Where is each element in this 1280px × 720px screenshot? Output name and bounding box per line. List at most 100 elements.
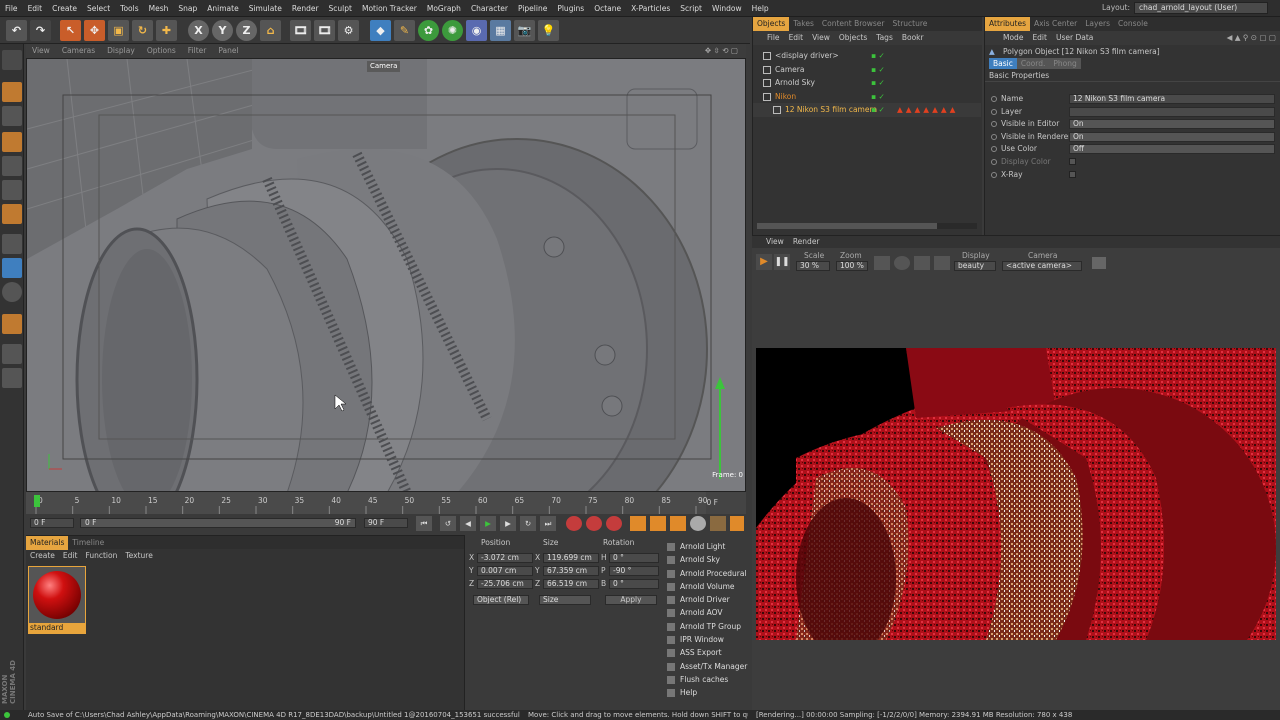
- tab-objects[interactable]: Objects: [753, 17, 790, 31]
- menu-script[interactable]: Script: [675, 0, 707, 17]
- position-y-field[interactable]: 0.007 cm: [477, 566, 533, 576]
- viewport-menu-filter[interactable]: Filter: [182, 44, 213, 58]
- animation-dot-icon[interactable]: [991, 96, 997, 102]
- coord-size-select[interactable]: Size: [539, 595, 591, 605]
- menu-mesh[interactable]: Mesh: [144, 0, 174, 17]
- material-menu-function[interactable]: Function: [85, 551, 117, 560]
- menu-render[interactable]: Render: [287, 0, 324, 17]
- position-z-field[interactable]: -25.706 cm: [477, 579, 533, 589]
- render-settings-icon[interactable]: ⚙: [338, 20, 359, 41]
- objects-menu-file[interactable]: File: [767, 33, 780, 42]
- menu-character[interactable]: Character: [466, 0, 513, 17]
- rotation-b-field[interactable]: 0 °: [609, 579, 659, 589]
- objects-menu-view[interactable]: View: [812, 33, 830, 42]
- scale-select[interactable]: 30 %: [796, 261, 830, 271]
- objects-menu-bookmarks[interactable]: Bookr: [902, 33, 924, 42]
- pen-spline-icon[interactable]: ✎: [394, 20, 415, 41]
- property-checkbox[interactable]: [1069, 170, 1076, 178]
- tab-attributes[interactable]: Attributes: [985, 17, 1031, 31]
- snapping-icon[interactable]: [2, 282, 22, 302]
- next-key-icon[interactable]: ↻: [520, 516, 536, 531]
- viewport-menu-panel[interactable]: Panel: [212, 44, 244, 58]
- key-pla-icon[interactable]: [710, 516, 726, 531]
- material-swatch[interactable]: standard: [28, 566, 86, 634]
- key-rotation-icon[interactable]: [670, 516, 686, 531]
- polygons-mode-icon[interactable]: [2, 204, 22, 224]
- visibility-toggle-icon[interactable]: ▪ ✓: [871, 63, 885, 76]
- menu-create[interactable]: Create: [47, 0, 82, 17]
- objects-menu-objects[interactable]: Objects: [839, 33, 867, 42]
- tab-structure[interactable]: Structure: [889, 17, 932, 31]
- visibility-toggle-icon[interactable]: ▪ ✓: [871, 103, 885, 116]
- menu-file[interactable]: File: [0, 0, 23, 17]
- goto-start-icon[interactable]: ⏮: [416, 516, 432, 531]
- axis-x-toggle[interactable]: X: [188, 20, 209, 41]
- camera-object-icon[interactable]: 📷: [514, 20, 535, 41]
- tab-materials[interactable]: Materials: [26, 536, 69, 550]
- recent-tool-icon[interactable]: ✚: [156, 20, 177, 41]
- layout-select[interactable]: chad_arnold_layout (User): [1134, 2, 1268, 14]
- axis-z-toggle[interactable]: Z: [236, 20, 257, 41]
- material-menu-texture[interactable]: Texture: [125, 551, 152, 560]
- object-row[interactable]: <display driver> ▪ ✓: [753, 49, 981, 63]
- rotate-tool-icon[interactable]: ↻: [132, 20, 153, 41]
- ipr-menu-view[interactable]: View: [766, 237, 784, 246]
- animation-dot-icon[interactable]: [991, 171, 997, 178]
- objects-menu-edit[interactable]: Edit: [789, 33, 804, 42]
- viewport-menu-cameras[interactable]: Cameras: [56, 44, 101, 58]
- autokey-icon[interactable]: [586, 516, 602, 531]
- object-row[interactable]: Arnold Sky ▪ ✓: [753, 76, 981, 90]
- menu-help[interactable]: Help: [747, 0, 774, 17]
- subtab-phong[interactable]: Phong: [1049, 58, 1081, 69]
- live-select-icon[interactable]: ↖: [60, 20, 81, 41]
- floor-icon[interactable]: ▦: [490, 20, 511, 41]
- tab-content-browser[interactable]: Content Browser: [818, 17, 889, 31]
- arnold-menu-item[interactable]: Arnold Procedural: [664, 567, 748, 580]
- key-position-icon[interactable]: [630, 516, 646, 531]
- object-row[interactable]: Nikon ▪ ✓: [753, 90, 981, 104]
- material-name[interactable]: standard: [29, 623, 85, 633]
- axis-y-toggle[interactable]: Y: [212, 20, 233, 41]
- viewport-nav-icons[interactable]: ✥ ⇳ ⟲ ▢: [699, 44, 744, 58]
- render-picture-viewer-icon[interactable]: 🎞: [314, 20, 335, 41]
- visibility-toggle-icon[interactable]: ▪ ✓: [871, 76, 885, 89]
- next-frame-icon[interactable]: ▶: [500, 516, 516, 531]
- tab-axis-center[interactable]: Axis Center: [1030, 17, 1081, 31]
- end-frame-field[interactable]: 90 F: [364, 518, 408, 528]
- light-object-icon[interactable]: 💡: [538, 20, 559, 41]
- property-field[interactable]: On: [1069, 119, 1275, 130]
- property-field[interactable]: On: [1069, 131, 1275, 142]
- points-mode-icon[interactable]: [2, 156, 22, 176]
- redo-icon[interactable]: ↷: [30, 20, 51, 41]
- tweak-mode-icon[interactable]: [2, 258, 22, 278]
- animation-dot-icon[interactable]: [991, 133, 997, 140]
- attributes-menu-edit[interactable]: Edit: [1032, 33, 1047, 42]
- attributes-menu-user-data[interactable]: User Data: [1056, 33, 1093, 42]
- property-checkbox[interactable]: [1069, 157, 1076, 165]
- ipr-tool-snapshot-icon[interactable]: [934, 256, 950, 270]
- timeline-menu-icon[interactable]: [730, 516, 744, 531]
- arnold-menu-item[interactable]: IPR Window: [664, 633, 748, 646]
- menu-plugins[interactable]: Plugins: [552, 0, 589, 17]
- viewport-menu-display[interactable]: Display: [101, 44, 141, 58]
- arnold-menu-item[interactable]: Arnold AOV: [664, 606, 748, 619]
- ipr-tool-grid-icon[interactable]: [874, 256, 890, 270]
- arnold-menu-item[interactable]: ASS Export: [664, 646, 748, 659]
- menu-mograph[interactable]: MoGraph: [422, 0, 466, 17]
- arnold-menu-item[interactable]: Arnold Light: [664, 540, 748, 553]
- animation-dot-icon[interactable]: [991, 108, 997, 115]
- size-y-field[interactable]: 67.359 cm: [543, 566, 599, 576]
- menu-select[interactable]: Select: [82, 0, 115, 17]
- ipr-tool-crosshair-icon[interactable]: [894, 256, 910, 270]
- tab-takes[interactable]: Takes: [789, 17, 818, 31]
- display-select[interactable]: beauty: [954, 261, 996, 271]
- menu-snap[interactable]: Snap: [173, 0, 202, 17]
- object-row[interactable]: Camera ▪ ✓: [753, 63, 981, 77]
- planar-workplane-icon[interactable]: [2, 368, 22, 388]
- arnold-menu-item[interactable]: Help: [664, 686, 748, 699]
- animation-dot-icon[interactable]: [991, 121, 997, 128]
- arnold-menu-item[interactable]: Arnold Driver: [664, 593, 748, 606]
- subdivision-icon[interactable]: ✿: [418, 20, 439, 41]
- lock-workplane-icon[interactable]: [2, 344, 22, 364]
- subtab-coord[interactable]: Coord.: [1016, 58, 1050, 69]
